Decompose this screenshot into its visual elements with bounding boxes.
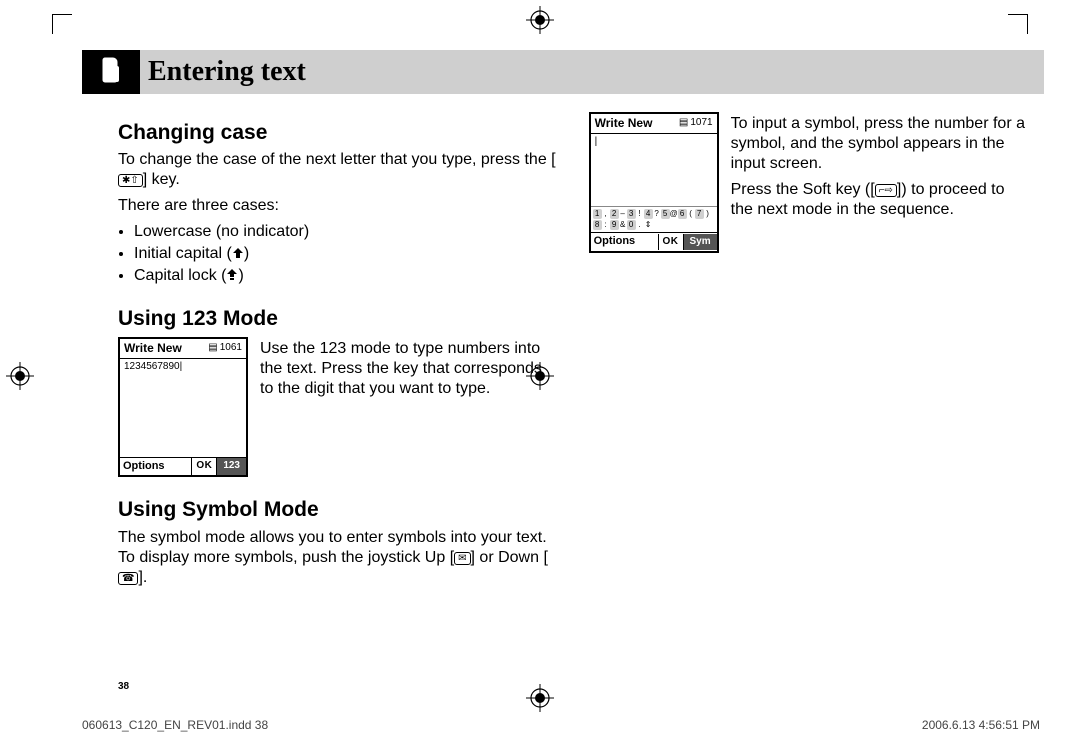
page-content: Entering text Changing case To change th… [82,50,1044,692]
joystick-up-icon: ✉ [454,552,470,565]
ps-mode-sym: Sym [684,234,717,251]
ps-title: Write New [595,116,653,131]
header-icon-box [82,50,140,94]
symbol-para-2: Press the Soft key ([⌐⇨]) to proceed to … [731,180,1030,220]
text-input-icon [99,56,123,89]
phone-screen-sym: Write New ▤1071 | 1, 2– 3! 4? 5@ 6( 7) [589,112,719,253]
doc-icon: ▤ [679,117,688,130]
footer-file: 060613_C120_EN_REV01.indd 38 [82,718,268,732]
case-li-capslock: Capital lock () [134,266,559,286]
ps-mode-123: 123 [217,458,246,475]
doc-icon: ▤ [208,342,217,355]
phone-screen-123: Write New ▤1061 1234567890| Options OK 1… [118,337,248,478]
symbol-keys-row: 1, 2– 3! 4? 5@ 6( 7) 8: 9& 0. ⇕ [591,206,717,232]
heading-changing-case: Changing case [118,120,559,146]
updown-icon: ⇕ [644,220,653,230]
soft-key-icon: ⌐⇨ [875,184,897,197]
shift-icon [232,244,244,264]
changing-case-p1: To change the case of the next letter th… [118,150,559,190]
ps-ok: OK [658,234,684,251]
header-band: Entering text [82,50,1044,94]
right-column: Write New ▤1071 | 1, 2– 3! 4? 5@ 6( 7) [589,112,1030,594]
ps-counter: 1071 [690,117,712,130]
symbol-para-1: To input a symbol, press the number for … [731,114,1030,174]
heading-123-mode: Using 123 Mode [118,306,559,332]
case-li-lowercase: Lowercase (no indicator) [134,222,559,242]
case-li-initial: Initial capital () [134,244,559,264]
crop-mark-top-left [52,14,82,34]
page-title: Entering text [148,56,306,88]
heading-symbol-mode: Using Symbol Mode [118,497,559,523]
print-footer: 060613_C120_EN_REV01.indd 38 2006.6.13 4… [82,718,1040,732]
symbol-mode-p1: The symbol mode allows you to enter symb… [118,528,559,588]
case-list: Lowercase (no indicator) Initial capital… [118,222,559,286]
ps-options: Options [120,458,191,476]
ps-body: 1234567890| [120,359,246,457]
ps-body: | 1, 2– 3! 4? 5@ 6( 7) 8: 9& 0. ⇕ [591,134,717,232]
star-key-icon: ✱⇧ [118,174,143,187]
ps-options: Options [591,233,658,251]
page-number: 38 [118,681,129,692]
registration-mark-left [6,362,34,390]
ps-title: Write New [124,341,182,356]
ps-ok: OK [191,458,217,475]
crop-mark-top-right [998,14,1028,34]
ps-counter: 1061 [220,342,242,355]
joystick-down-icon: ☎ [118,572,138,585]
123-mode-para: Use the 123 mode to type numbers into th… [260,339,559,399]
registration-mark-top [526,6,554,34]
changing-case-p2: There are three cases: [118,196,559,216]
capslock-icon [226,266,238,286]
left-column: Changing case To change the case of the … [118,112,559,594]
footer-timestamp: 2006.6.13 4:56:51 PM [922,718,1040,732]
